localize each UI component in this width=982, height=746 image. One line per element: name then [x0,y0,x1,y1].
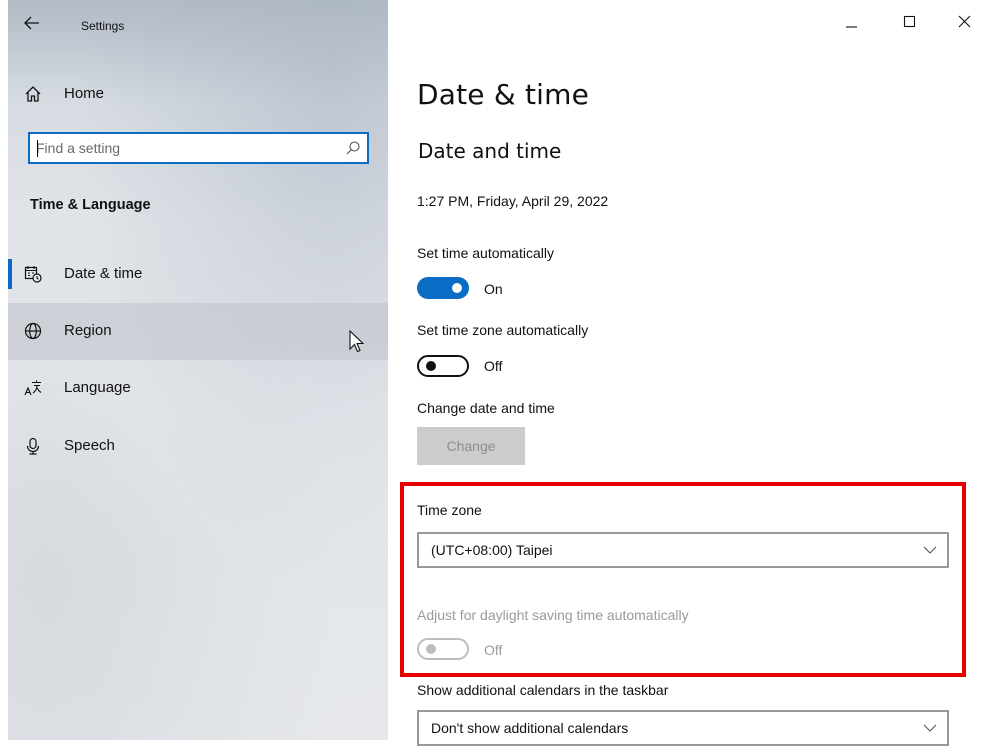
daylight-saving-toggle[interactable] [417,638,469,660]
time-zone-value: (UTC+08:00) Taipei [431,542,553,558]
chevron-down-icon [923,724,937,732]
calendar-clock-icon [24,266,42,283]
change-date-time-label: Change date and time [417,400,555,416]
sidebar: Settings Home Time & Language Date & tim… [8,0,388,740]
nav-home-label: Home [64,85,105,102]
maximize-button[interactable] [900,12,920,32]
set-time-auto-label: Set time automatically [417,245,554,261]
nav-home[interactable]: Home [8,66,388,123]
additional-calendars-label: Show additional calendars in the taskbar [417,682,669,698]
main-content: Date & time Date and time 1:27 PM, Frida… [388,0,982,746]
set-timezone-auto-toggle[interactable] [417,355,469,377]
window-edge [0,0,8,740]
set-time-auto-toggle[interactable] [417,277,469,299]
search-input[interactable] [32,134,340,162]
sidebar-item-region[interactable]: Region [8,303,388,360]
text-caret [37,140,38,157]
set-timezone-auto-label: Set time zone automatically [417,322,589,338]
chevron-down-icon [923,546,937,554]
change-button[interactable]: Change [417,427,525,465]
set-time-auto-state: On [484,281,503,297]
daylight-saving-label: Adjust for daylight saving time automati… [417,607,689,623]
globe-icon [24,322,42,340]
search-icon[interactable] [345,140,361,156]
app-title: Settings [81,19,125,33]
section-title: Date and time [418,139,562,163]
toggle-knob [426,361,436,371]
current-datetime: 1:27 PM, Friday, April 29, 2022 [417,193,609,209]
additional-calendars-dropdown[interactable]: Don't show additional calendars [417,710,949,746]
section-heading: Time & Language [30,197,151,213]
sidebar-item-label: Speech [64,437,115,454]
sidebar-item-language[interactable]: Language [8,360,388,417]
back-arrow-icon [24,16,39,30]
additional-calendars-value: Don't show additional calendars [431,720,629,736]
language-icon [24,380,42,396]
toggle-knob [452,283,462,293]
page-title: Date & time [417,78,590,111]
search-box[interactable] [28,132,369,164]
microphone-icon [26,437,40,455]
mouse-cursor-icon [349,330,365,353]
minimize-button[interactable] [842,12,862,32]
time-zone-dropdown[interactable]: (UTC+08:00) Taipei [417,532,949,568]
set-timezone-auto-state: Off [484,358,503,374]
sidebar-item-label: Region [64,322,112,339]
sidebar-item-date-time[interactable]: Date & time [8,246,388,303]
maximize-icon [903,15,916,28]
close-icon [958,15,971,28]
home-icon [25,86,41,102]
time-zone-label: Time zone [417,502,482,518]
sidebar-item-label: Language [64,379,131,396]
back-button[interactable] [22,15,42,35]
sidebar-item-label: Date & time [64,265,143,282]
close-button[interactable] [955,12,975,32]
daylight-saving-state: Off [484,642,503,658]
sidebar-item-speech[interactable]: Speech [8,418,388,475]
toggle-knob [426,644,436,654]
minimize-icon [846,26,857,28]
